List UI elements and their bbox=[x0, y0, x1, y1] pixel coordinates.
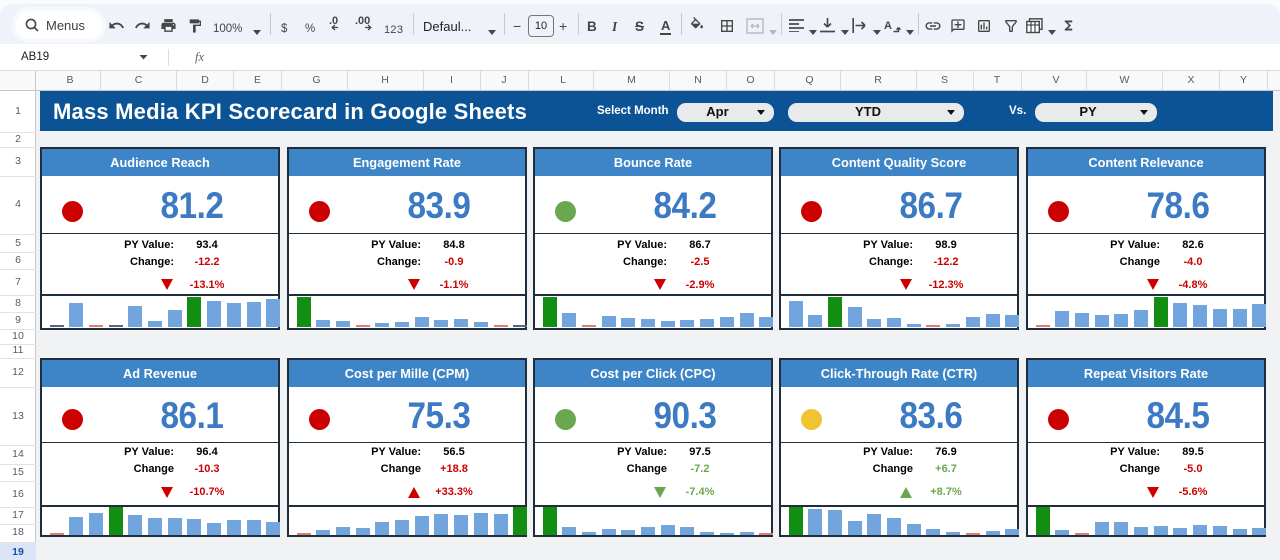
svg-text:.0: .0 bbox=[329, 15, 338, 27]
svg-text:A: A bbox=[884, 20, 892, 32]
